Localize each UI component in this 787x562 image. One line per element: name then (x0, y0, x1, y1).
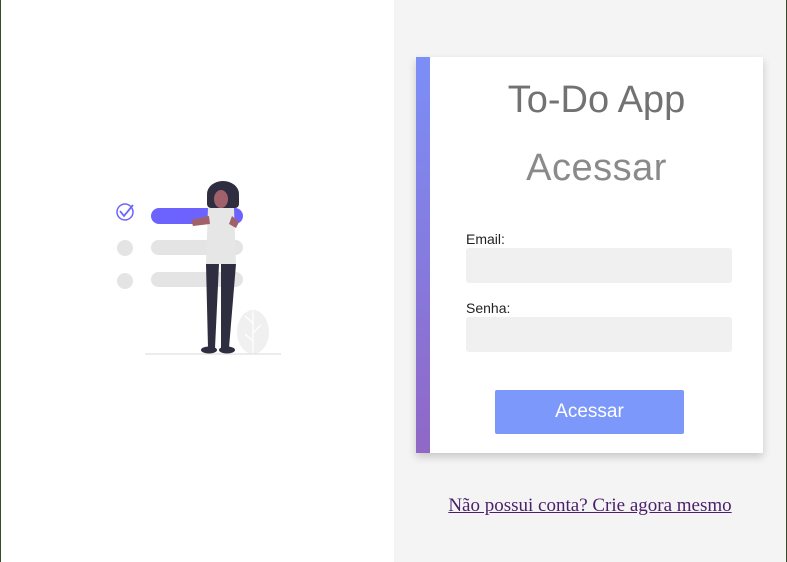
login-button[interactable]: Acessar (495, 390, 684, 434)
app-title: To-Do App (507, 79, 686, 121)
person-leg (206, 264, 219, 348)
login-heading: Acessar (526, 147, 667, 189)
card-accent-stripe (416, 57, 430, 453)
todo-checklist-person-illustration (116, 181, 281, 355)
email-label: Email: (466, 231, 505, 247)
signup-link[interactable]: Não possui conta? Crie agora mesmo (394, 495, 786, 517)
person-leg (221, 264, 236, 348)
login-card: To-Do App Acessar Email: Senha: Acessar (416, 57, 763, 453)
password-label: Senha: (466, 300, 511, 316)
email-field[interactable] (466, 248, 732, 283)
check-circle-icon (116, 203, 134, 221)
login-panel: To-Do App Acessar Email: Senha: Acessar … (394, 0, 787, 562)
unchecked-circle (117, 273, 133, 289)
illustration-panel (0, 0, 394, 562)
unchecked-circle (117, 240, 133, 256)
password-field[interactable] (466, 317, 732, 352)
check-mark-icon (119, 204, 134, 218)
person-shirt (206, 208, 236, 264)
